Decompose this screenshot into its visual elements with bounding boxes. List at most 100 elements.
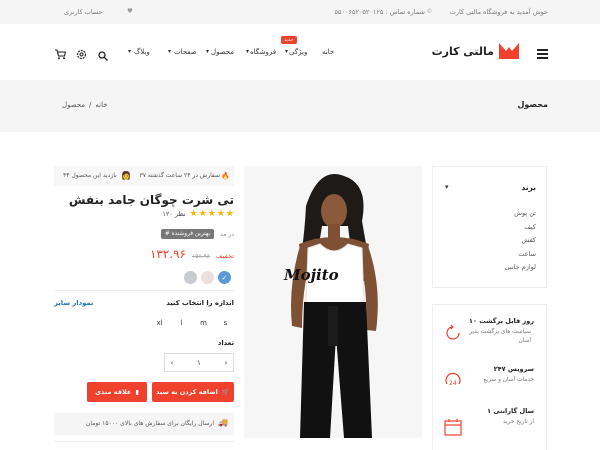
brand-item[interactable]: کفش <box>504 234 536 248</box>
shipping-text: ارسال رایگان برای سفارش های بالای ۱۵۰۰۰ … <box>85 420 214 427</box>
service-subtitle: از تاریخ خرید <box>502 419 534 425</box>
product-title: تی شرت چوگان جامد بنفش <box>68 193 234 207</box>
sales-info-bar: 🔥 ۳۷ سفارش در ۲۴ ساعت گذشته 👩 ۴۴ بازدید … <box>54 166 234 186</box>
new-badge: جدید <box>281 36 297 44</box>
qty-value[interactable]: ۱ <box>197 359 201 367</box>
support-24-icon: 24 <box>443 369 463 393</box>
heart-icon[interactable]: ♥ <box>127 7 133 15</box>
logo-text[interactable]: مالتی کارت <box>432 45 494 58</box>
main-header: مالتی کارت خانه ویژگی ▾ فروشگاه جدید ▾ م… <box>0 24 600 80</box>
old-price: ۱۵۷.۹۶ <box>191 253 211 260</box>
service-subtitle: سیاست های برگشت پذیر آسان <box>469 329 532 344</box>
wishlist-button[interactable]: علاقه مندی ▮ <box>87 382 147 402</box>
cart-icon[interactable] <box>55 45 67 64</box>
account-link[interactable]: حساب کاربری <box>64 8 103 16</box>
size-m[interactable]: m <box>196 315 211 330</box>
star-icon: ★ <box>207 209 216 219</box>
services-box: ۱۰ روز قابل برگشت سیاست های برگشت پذیر آ… <box>432 304 547 450</box>
rating-stars: ★ ★ ★ ★ ★ <box>190 209 234 219</box>
size-l[interactable]: l <box>174 315 189 330</box>
color-swatch-pink[interactable] <box>201 271 214 284</box>
service-warranty: ۱ سال گارانتی از تاریخ خرید <box>487 407 534 425</box>
chevron-down-icon: ▾ <box>206 48 210 55</box>
add-to-cart-label: اضافه کردن به سبد <box>156 388 218 396</box>
color-swatch-gray[interactable] <box>184 271 197 284</box>
brand-filter-box: برند ▾ تن پوش کیف کفش ساعت لوازم جانبی <box>432 166 547 288</box>
size-xl[interactable]: xl <box>152 315 167 330</box>
size-chart-link[interactable]: نمودار سایز <box>54 299 93 307</box>
qty-decrease-button[interactable]: ‹ <box>165 359 179 367</box>
star-icon: ★ <box>198 209 207 219</box>
price-row: ۱۳۲.۹۶ ۱۵۷.۹۶ تخفیف <box>150 247 234 261</box>
color-swatch-blue[interactable]: ✓ <box>218 271 231 284</box>
top-bar: خوش آمدید به فروشگاه مالتی کارت ✆ شماره … <box>0 0 600 24</box>
breadcrumb-home[interactable]: خانه <box>95 101 107 109</box>
phone-text: شماره تماس : ۵۵۰۰۶۵۲۰۵۲۰۱۲۵ <box>334 8 426 16</box>
service-title: سرویس ۲۴۷ <box>493 365 534 373</box>
wishlist-label: علاقه مندی <box>95 388 132 396</box>
bookmark-icon: ▮ <box>135 388 139 396</box>
breadcrumb-separator: / <box>89 101 92 109</box>
svg-text:24: 24 <box>449 380 457 387</box>
chevron-down-icon: ▾ <box>168 48 172 55</box>
quantity-stepper: ‹ ۱ › <box>164 353 234 372</box>
size-s[interactable]: s <box>218 315 233 330</box>
brand-item[interactable]: کیف <box>504 221 536 235</box>
qty-label: تعداد <box>217 339 234 347</box>
chevron-down-icon: ▾ <box>246 48 250 55</box>
gear-icon[interactable] <box>76 45 87 64</box>
discount-label: تخفیف <box>216 252 234 260</box>
logo-icon[interactable] <box>499 41 519 59</box>
rating-row: ۱۲۰ نظر ★ ★ ★ ★ ★ <box>162 209 234 219</box>
service-title: ۱ سال گارانتی <box>487 407 534 415</box>
page-header: محصول محصول / خانه <box>0 80 600 132</box>
star-icon: ★ <box>216 209 225 219</box>
chevron-down-icon: ▾ <box>128 48 132 55</box>
calendar-icon <box>443 417 463 441</box>
service-subtitle: خدمات آسان و سریع <box>483 377 534 383</box>
service-return: ۱۰ روز قابل برگشت سیاست های برگشت پذیر آ… <box>469 317 534 346</box>
fire-icon: 🔥 <box>221 172 230 180</box>
nav-product[interactable]: محصول <box>211 48 234 56</box>
brand-item[interactable]: تن پوش <box>504 207 536 221</box>
brand-item[interactable]: لوازم جانبی <box>504 261 536 275</box>
size-label: اندازه را انتخاب کنید <box>166 299 234 307</box>
shipping-bar: 🚚 ارسال رایگان برای سفارش های بالای ۱۵۰۰… <box>54 413 234 435</box>
star-icon: ★ <box>225 209 234 219</box>
page-title: محصول <box>517 100 548 109</box>
chevron-down-icon[interactable]: ▾ <box>445 183 449 191</box>
menu-icon[interactable] <box>537 44 548 59</box>
current-price: ۱۳۲.۹۶ <box>149 247 186 261</box>
viewer-avatar-icon: 👩 <box>121 171 131 180</box>
nav-shop[interactable]: فروشگاه <box>250 48 276 56</box>
nav-blog[interactable]: وبلاگ <box>134 48 150 56</box>
divider <box>54 290 234 291</box>
service-title: ۱۰ روز قابل برگشت <box>469 317 534 325</box>
service-support: سرویس ۲۴۷ خدمات آسان و سریع <box>483 365 534 383</box>
viewers-info: ۴۴ بازدید این محصول <box>63 172 117 179</box>
chevron-down-icon: ▾ <box>285 48 289 55</box>
review-count[interactable]: ۱۲۰ نظر <box>162 210 185 218</box>
phone-icon: ✆ <box>426 8 432 15</box>
search-icon[interactable] <box>98 46 108 65</box>
welcome-text: خوش آمدید به فروشگاه مالتی کارت <box>449 8 548 16</box>
nav-home[interactable]: خانه <box>322 48 334 56</box>
truck-icon: 🚚 <box>218 418 228 427</box>
star-icon: ★ <box>189 209 198 219</box>
product-image[interactable]: Mojito <box>244 166 422 438</box>
brand-item[interactable]: ساعت <box>504 248 536 262</box>
badge-suffix[interactable]: در مد <box>220 231 234 238</box>
nav-pages[interactable]: صفحات <box>174 48 197 56</box>
nav-features[interactable]: ویژگی <box>289 48 307 56</box>
cart-icon: 🛒 <box>221 388 230 396</box>
divider <box>54 441 234 442</box>
bestseller-badge: # بهترین فروشنده <box>160 229 215 239</box>
brand-title: برند <box>521 183 536 192</box>
add-to-cart-button[interactable]: اضافه کردن به سبد 🛒 <box>152 382 234 402</box>
sold-info: ۳۷ سفارش در ۲۴ ساعت گذشته <box>139 172 220 179</box>
brand-list: تن پوش کیف کفش ساعت لوازم جانبی <box>504 207 536 275</box>
shirt-print-text: Mojito <box>284 266 339 284</box>
badge-row: # بهترین فروشنده در مد <box>160 229 234 239</box>
qty-increase-button[interactable]: › <box>219 359 233 367</box>
breadcrumb: محصول / خانه <box>62 101 108 109</box>
